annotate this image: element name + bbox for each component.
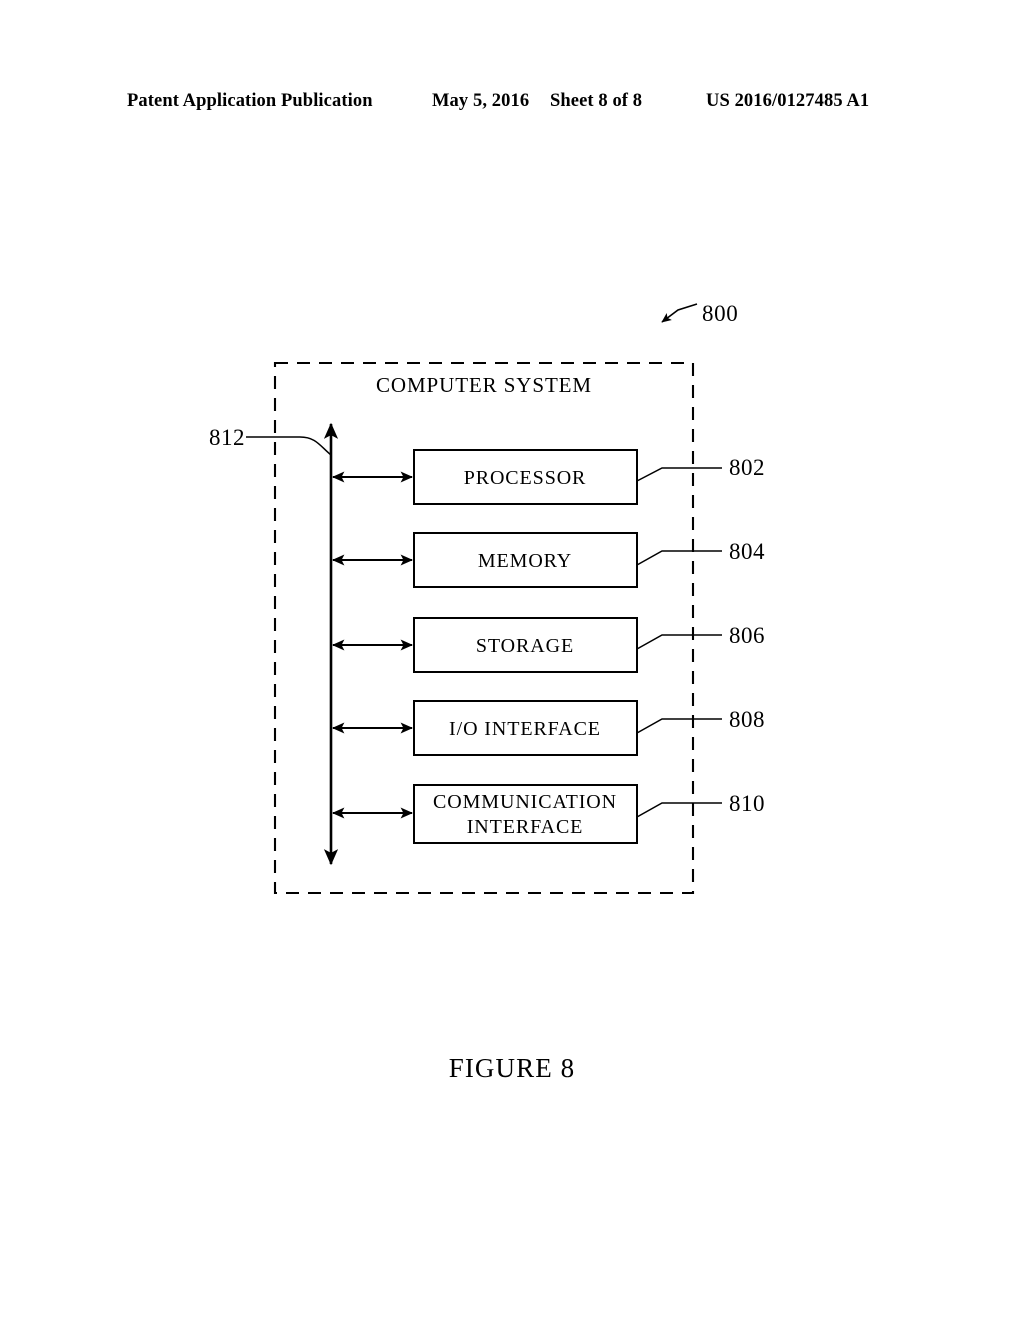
reference-number-804: 804 — [729, 539, 765, 564]
block-label-memory: MEMORY — [478, 550, 572, 572]
computer-system-title: COMPUTER SYSTEM — [376, 373, 592, 397]
reference-number-806: 806 — [729, 623, 765, 648]
system-callout-leader — [661, 303, 698, 323]
system-callout-number: 800 — [702, 301, 738, 326]
bus-label-leader — [246, 436, 332, 456]
block-label-processor: PROCESSOR — [464, 467, 587, 489]
computer-system-block-diagram: 800 COMPUTER SYSTEM 812 PROCESSOR MEMORY… — [209, 301, 765, 895]
patent-page: Patent Application Publication May 5, 20… — [0, 0, 1024, 1320]
bus-reference-number: 812 — [209, 425, 245, 450]
ref-leader-810 — [636, 802, 722, 818]
ref-leader-806 — [636, 634, 722, 650]
block-label-communication-interface-line1: COMMUNICATION — [433, 791, 617, 813]
block-label-communication-interface-line2: INTERFACE — [467, 816, 584, 838]
reference-number-810: 810 — [729, 791, 765, 816]
reference-number-802: 802 — [729, 455, 765, 480]
ref-leader-804 — [636, 550, 722, 566]
figure-8-diagram: 800 COMPUTER SYSTEM 812 PROCESSOR MEMORY… — [0, 0, 1024, 1320]
reference-number-808: 808 — [729, 707, 765, 732]
ref-leader-808 — [636, 718, 722, 734]
ref-leader-802 — [636, 467, 722, 482]
block-label-io-interface: I/O INTERFACE — [449, 718, 601, 740]
figure-caption: FIGURE 8 — [448, 1053, 576, 1083]
block-label-storage: STORAGE — [476, 635, 574, 657]
